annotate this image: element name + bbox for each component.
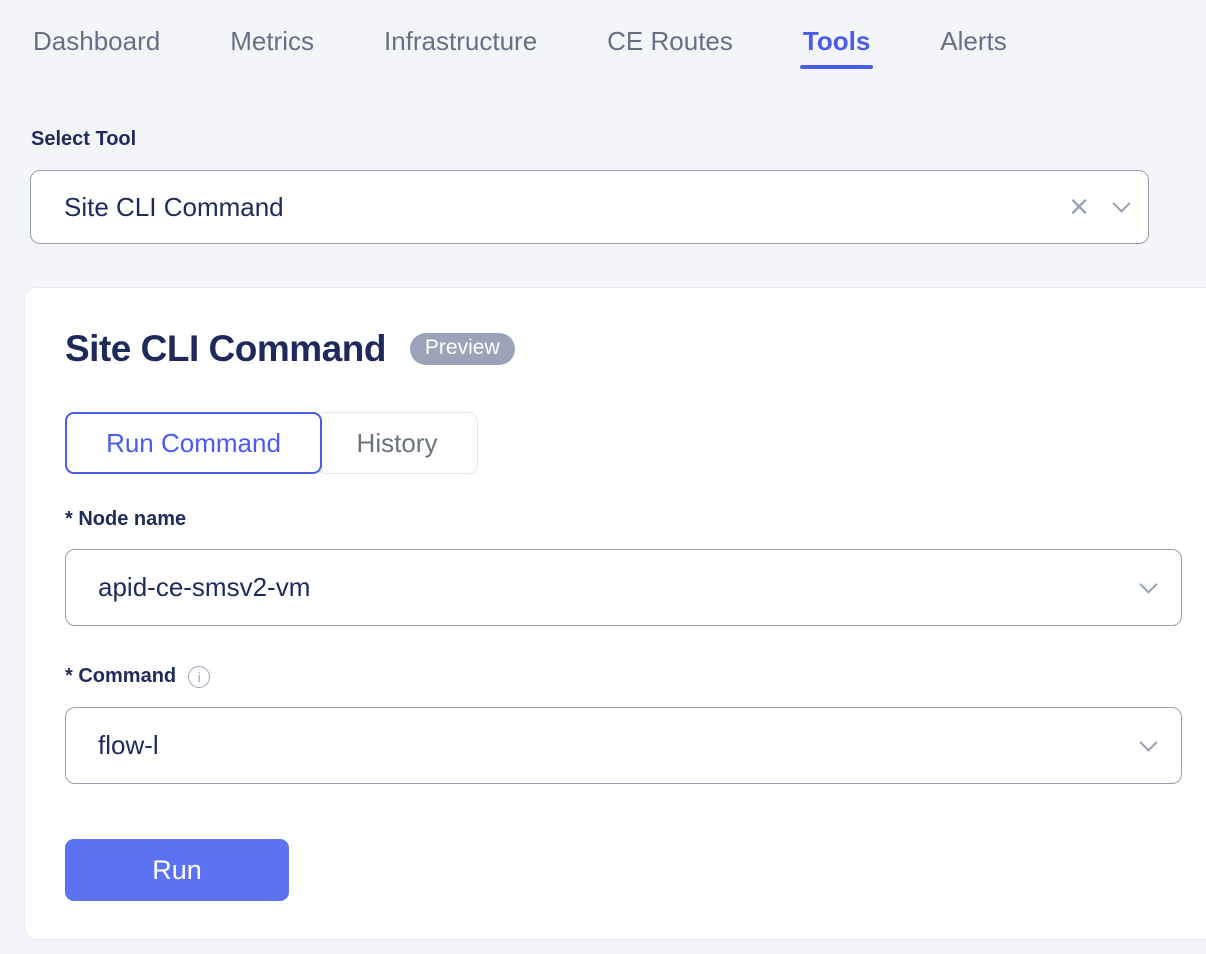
info-icon[interactable]: i bbox=[188, 666, 210, 688]
select-tool-label: Select Tool bbox=[31, 128, 136, 151]
panel-tabs: Run Command History bbox=[65, 412, 478, 474]
chevron-down-icon[interactable] bbox=[1139, 575, 1157, 593]
preview-badge: Preview bbox=[410, 333, 515, 365]
nav-item-ce-routes[interactable]: CE Routes bbox=[607, 26, 733, 57]
nav-item-dashboard[interactable]: Dashboard bbox=[33, 26, 160, 57]
node-name-label-text: * Node name bbox=[65, 508, 186, 531]
chevron-down-icon[interactable] bbox=[1112, 194, 1130, 212]
node-name-label: * Node name bbox=[65, 508, 186, 531]
run-button[interactable]: Run bbox=[65, 839, 289, 901]
nav-item-tools[interactable]: Tools bbox=[803, 26, 870, 57]
node-name-dropdown[interactable]: apid-ce-smsv2-vm bbox=[65, 549, 1182, 626]
tool-select-icons: × bbox=[1069, 190, 1128, 224]
tab-run-command[interactable]: Run Command bbox=[65, 412, 322, 474]
command-value: flow-l bbox=[98, 730, 159, 761]
panel-header: Site CLI Command Preview bbox=[65, 328, 515, 370]
nav-item-infrastructure[interactable]: Infrastructure bbox=[384, 26, 537, 57]
site-cli-command-panel: Site CLI Command Preview Run Command His… bbox=[24, 287, 1206, 940]
panel-title: Site CLI Command bbox=[65, 328, 386, 370]
tool-select-dropdown[interactable]: Site CLI Command × bbox=[30, 170, 1149, 244]
clear-icon[interactable]: × bbox=[1069, 190, 1089, 224]
command-dropdown[interactable]: flow-l bbox=[65, 707, 1182, 784]
tab-history[interactable]: History bbox=[316, 412, 478, 474]
command-label-text: * Command bbox=[65, 665, 176, 688]
top-nav: Dashboard Metrics Infrastructure CE Rout… bbox=[0, 0, 1206, 80]
nav-item-metrics[interactable]: Metrics bbox=[230, 26, 314, 57]
command-label: * Command i bbox=[65, 665, 210, 688]
node-name-value: apid-ce-smsv2-vm bbox=[98, 572, 310, 603]
chevron-down-icon[interactable] bbox=[1139, 733, 1157, 751]
nav-item-alerts[interactable]: Alerts bbox=[940, 26, 1006, 57]
tool-select-value: Site CLI Command bbox=[64, 192, 284, 223]
